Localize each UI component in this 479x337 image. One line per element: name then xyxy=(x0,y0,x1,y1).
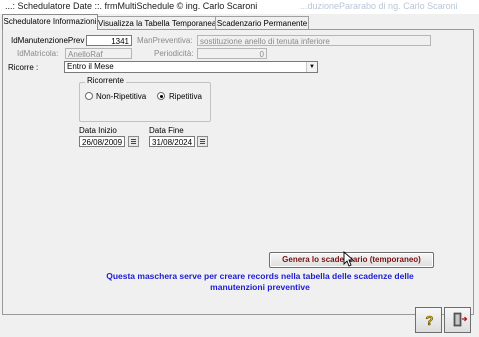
title-bar: ...: Schedulatore Date ::. frmMultiSched… xyxy=(0,0,479,14)
chevron-down-icon[interactable]: ▼ xyxy=(306,62,317,72)
data-fine-field[interactable]: 31/08/2024 xyxy=(149,136,195,147)
tab-label: Visualizza la Tabella Temporanea xyxy=(98,19,217,28)
id-manutenzione-field[interactable]: 1341 xyxy=(86,35,132,46)
tab-label: Schedulatore Informazioni xyxy=(3,17,97,26)
periodicita-label: Periodicità: xyxy=(154,49,194,58)
radio-ripetitiva-label: Ripetitiva xyxy=(169,92,202,101)
tab-scadenzario-permanente[interactable]: Scadenzario Permanente xyxy=(215,16,309,30)
tab-label: Scadenzario Permanente xyxy=(216,19,308,28)
man-preventiva-field: sostituzione anello di tenuta inferiore xyxy=(197,35,431,46)
calendar-icon[interactable] xyxy=(197,136,208,147)
ricorrente-group xyxy=(79,82,211,122)
tab-schedulatore-informazioni[interactable]: Schedulatore Informazioni xyxy=(2,14,98,30)
ricorre-label: Ricorre : xyxy=(8,63,39,72)
calendar-icon[interactable] xyxy=(128,136,139,147)
id-manutenzione-label: IdManutenzionePrev xyxy=(11,36,85,45)
info-message-line-1: Questa maschera serve per creare records… xyxy=(106,271,414,281)
ricorre-selected-value: Entro il Mese xyxy=(67,62,114,71)
info-message-line-2: manutenzioni preventive xyxy=(210,282,310,292)
background-window-title: ...duzionePararabo di ng. Carlo Scaroni xyxy=(300,1,458,11)
tab-tabella-temporanea[interactable]: Visualizza la Tabella Temporanea xyxy=(97,16,216,30)
id-matricola-field: AnelloRaf xyxy=(65,48,132,59)
mouse-cursor-icon xyxy=(343,251,355,267)
radio-ripetitiva[interactable] xyxy=(157,92,165,100)
man-preventiva-label: ManPreventiva: xyxy=(137,36,193,45)
exit-door-icon xyxy=(453,312,468,327)
data-fine-label: Data Fine xyxy=(149,126,184,135)
svg-text:?: ? xyxy=(426,313,434,328)
help-button[interactable]: ? xyxy=(415,307,442,333)
radio-non-ripetitiva-label: Non-Ripetitiva xyxy=(96,92,147,101)
ricorrente-group-title: Ricorrente xyxy=(85,76,126,85)
help-icon: ? xyxy=(425,313,434,329)
id-matricola-label: IdMatricola: xyxy=(17,49,59,58)
exit-button[interactable] xyxy=(444,307,471,333)
form-window: Schedulatore Informazioni Visualizza la … xyxy=(0,14,479,337)
ricorre-select[interactable]: Entro il Mese ▼ xyxy=(64,61,318,73)
data-inizio-label: Data Inizio xyxy=(79,126,117,135)
radio-non-ripetitiva[interactable] xyxy=(85,92,93,100)
periodicita-field: 0 xyxy=(197,48,267,59)
info-message: Questa maschera serve per creare records… xyxy=(90,271,430,293)
window-title: ...: Schedulatore Date ::. frmMultiSched… xyxy=(5,1,258,11)
data-inizio-field[interactable]: 26/08/2009 xyxy=(79,136,125,147)
